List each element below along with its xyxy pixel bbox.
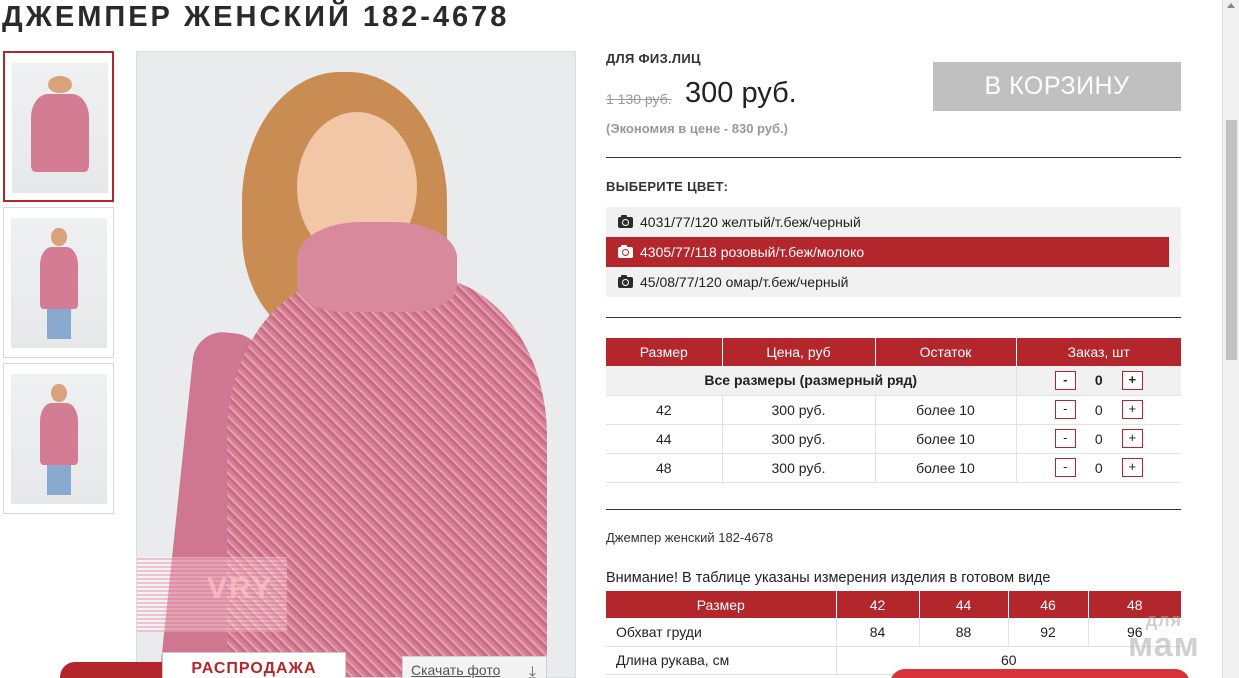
sale-badge[interactable]: РАСПРОДАЖА [162,652,346,678]
price-cell: 300 руб. [722,453,876,483]
size-order-table: Размер Цена, руб Остаток Заказ, шт Все р… [606,338,1181,483]
table-cell: 84 [836,618,920,647]
increment-button[interactable]: + [1121,370,1143,390]
quantity-stepper: - 0 + [1016,453,1181,483]
size-cell: 48 [606,453,723,483]
price-cell: 300 руб. [722,424,876,454]
measurement-table: Размер 42 44 46 48 Обхват груди 84 88 92… [606,591,1181,675]
watermark-logo: VRY [207,572,274,605]
price-cell: 300 руб. [722,395,876,425]
download-photo-label: Скачать фото [411,662,501,678]
thumbnail-image [11,374,107,504]
color-option-3[interactable]: 45/08/77/120 омар/т.беж/черный [606,267,1181,297]
thumbnail-3[interactable] [3,363,114,514]
increment-button[interactable]: + [1121,429,1143,448]
decrement-button[interactable]: - [1054,400,1076,419]
download-icon: ⤓ [528,664,536,678]
thumbnail-image [11,218,107,348]
main-product-photo[interactable]: VRY [136,51,576,678]
page-title: ДЖЕМПЕР ЖЕНСКИЙ 182-4678 [2,1,510,33]
decrement-button[interactable]: - [1054,458,1076,477]
column-header: Остаток [875,338,1017,366]
stock-cell: более 10 [875,395,1017,425]
choose-color-heading: ВЫБЕРИТЕ ЦВЕТ: [606,179,729,194]
table-cell: 88 [919,618,1009,647]
all-sizes-label: Все размеры (размерный ряд) [606,366,1017,396]
color-option-label: 45/08/77/120 омар/т.беж/черный [640,274,849,290]
camera-icon[interactable] [618,215,633,228]
row-label: Обхват груди [606,618,837,647]
thumbnail-2[interactable] [3,207,114,358]
scrollbar-thumb[interactable] [1226,120,1237,360]
stock-cell: более 10 [875,453,1017,483]
table-cell: 92 [1008,618,1089,647]
divider [606,317,1181,318]
column-header: 44 [919,591,1009,618]
download-photo-button[interactable]: Скачать фото ⤓ [402,656,547,678]
table-row: 48 300 руб. более 10 - 0 + [606,453,1181,483]
quantity-stepper: - 0 + [1016,424,1181,454]
quantity-stepper: - 0 + [1016,366,1181,396]
increment-button[interactable]: + [1121,458,1143,477]
quantity-value[interactable]: 0 [1076,372,1122,388]
column-header: 42 [836,591,920,618]
color-option-label: 4305/77/118 розовый/т.беж/молоко [640,244,865,260]
vertical-scrollbar[interactable] [1222,0,1239,678]
thumbnail-image [12,63,108,193]
column-header: Размер [606,591,837,618]
current-price: 300 руб. [685,77,797,109]
old-price: 1 130 руб. [606,91,672,107]
bottom-floating-button-right[interactable] [890,669,1190,678]
add-to-cart-button[interactable]: В КОРЗИНУ [933,62,1181,111]
measurement-warning: Внимание! В таблице указаны измерения из… [606,570,1051,586]
quantity-value[interactable]: 0 [1076,460,1122,476]
color-option-label: 4031/77/120 желтый/т.беж/черный [640,214,861,230]
table-row: 42 300 руб. более 10 - 0 + [606,395,1181,425]
column-header: 46 [1008,591,1089,618]
site-logo: для мам [1128,611,1200,665]
color-option-2[interactable]: 4305/77/118 розовый/т.беж/молоко [606,237,1169,267]
size-cell: 44 [606,424,723,454]
column-header: Размер [606,338,723,366]
divider [606,157,1181,158]
thumbnail-list [3,51,114,519]
table-row: Обхват груди 84 88 92 96 [606,618,1181,647]
quantity-value[interactable]: 0 [1076,431,1122,447]
size-cell: 42 [606,395,723,425]
quantity-value[interactable]: 0 [1076,402,1122,418]
quantity-stepper: - 0 + [1016,395,1181,425]
row-label: Длина рукава, см [606,646,837,675]
price-block: ДЛЯ ФИЗ.ЛИЦ 1 130 руб. 300 руб. (Экономи… [606,51,1181,136]
scroll-up-arrow-icon[interactable] [1227,3,1235,8]
increment-button[interactable]: + [1121,400,1143,419]
column-header: Заказ, шт [1016,338,1181,366]
color-options: 4031/77/120 желтый/т.беж/черный 4305/77/… [606,207,1181,297]
divider [606,509,1181,510]
decrement-button[interactable]: - [1054,370,1076,390]
color-option-1[interactable]: 4031/77/120 желтый/т.беж/черный [606,207,1181,237]
product-description: Джемпер женский 182-4678 [606,530,774,545]
site-logo-line2: мам [1128,626,1200,665]
economy-text: (Экономия в цене - 830 руб.) [606,121,789,136]
table-row: 44 300 руб. более 10 - 0 + [606,424,1181,454]
thumbnail-1[interactable] [3,51,114,202]
all-sizes-row: Все размеры (размерный ряд) - 0 + [606,366,1181,396]
camera-icon[interactable] [618,245,633,258]
column-header: Цена, руб [722,338,876,366]
decrement-button[interactable]: - [1054,429,1076,448]
stock-cell: более 10 [875,424,1017,454]
camera-icon[interactable] [618,275,633,288]
